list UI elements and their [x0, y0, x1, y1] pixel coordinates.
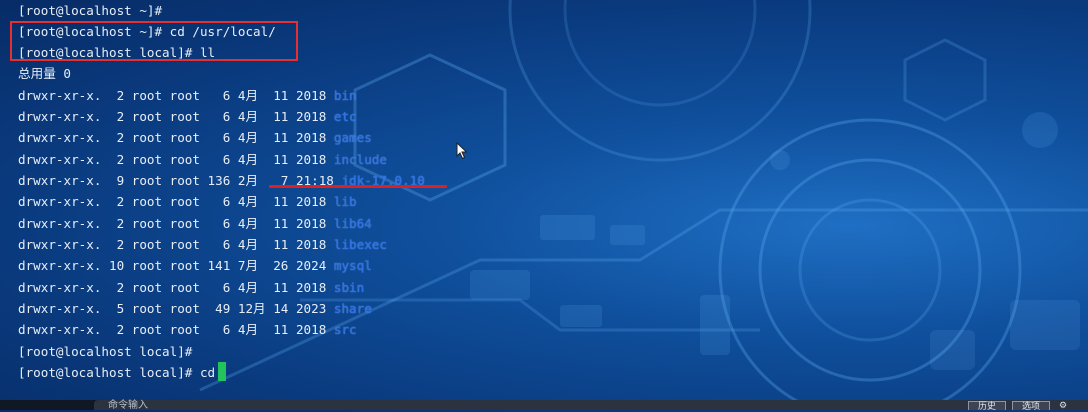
terminal-line: [root@localhost local]#	[18, 344, 193, 359]
directory-name: mysql	[333, 258, 372, 273]
terminal-line: drwxr-xr-x. 2 root root 6 4月 11 2018 etc	[18, 109, 357, 124]
directory-name: lib	[333, 194, 357, 209]
annotation-highlight-box	[10, 21, 298, 61]
settings-icon[interactable]: ⚙	[1056, 401, 1070, 411]
terminal-line: drwxr-xr-x. 2 root root 6 4月 11 2018 inc…	[18, 152, 387, 167]
terminal-line: 总用量 0	[18, 66, 71, 81]
directory-name: src	[333, 322, 357, 337]
annotation-underline	[269, 185, 447, 188]
options-button[interactable]: 选项	[1012, 401, 1050, 412]
terminal-line: drwxr-xr-x. 2 root root 6 4月 11 2018 gam…	[18, 130, 372, 145]
directory-name: etc	[333, 109, 357, 124]
command-input-panel[interactable]	[94, 400, 1088, 410]
terminal-line: drwxr-xr-x. 10 root root 141 7月 26 2024 …	[18, 258, 372, 273]
terminal-line: drwxr-xr-x. 2 root root 6 4月 11 2018 lib…	[18, 216, 372, 231]
terminal-line: drwxr-xr-x. 2 root root 6 4月 11 2018 lib	[18, 194, 357, 209]
terminal-line: drwxr-xr-x. 2 root root 6 4月 11 2018 bin	[18, 88, 357, 103]
text-cursor	[218, 362, 227, 381]
directory-name: include	[333, 152, 387, 167]
terminal-line: [root@localhost ~]#	[18, 3, 163, 18]
directory-name: libexec	[333, 237, 387, 252]
terminal-line: drwxr-xr-x. 5 root root 49 12月 14 2023 s…	[18, 301, 372, 316]
directory-name: share	[333, 301, 372, 316]
mouse-pointer-icon	[456, 142, 468, 160]
directory-name: games	[333, 130, 372, 145]
directory-name: lib64	[333, 216, 372, 231]
directory-name: bin	[333, 88, 357, 103]
terminal-line: drwxr-xr-x. 2 root root 6 4月 11 2018 lib…	[18, 237, 387, 252]
terminal-line: drwxr-xr-x. 2 root root 6 4月 11 2018 src	[18, 322, 357, 337]
history-button[interactable]: 历史	[968, 401, 1006, 412]
terminal-prompt-line[interactable]: [root@localhost local]# cd	[18, 362, 227, 383]
terminal-line: drwxr-xr-x. 2 root root 6 4月 11 2018 sbi…	[18, 280, 365, 295]
directory-name: sbin	[333, 280, 365, 295]
